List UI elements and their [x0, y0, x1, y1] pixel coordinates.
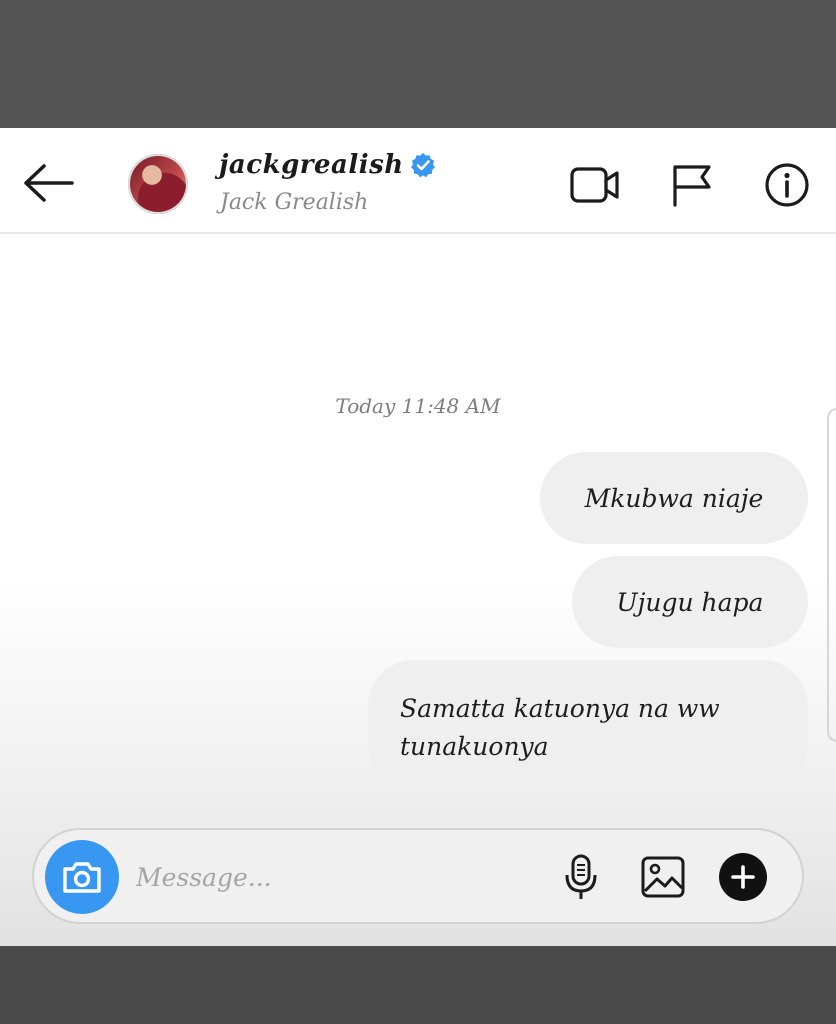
report-button[interactable] — [664, 160, 718, 210]
status-area — [0, 0, 836, 128]
message-text: Ujugu hapa — [616, 587, 764, 617]
more-options-button[interactable] — [718, 852, 768, 902]
username-row[interactable]: jackgrealish — [219, 150, 436, 180]
info-button[interactable] — [760, 160, 814, 210]
back-button[interactable] — [18, 158, 78, 208]
phone-frame: jackgrealish Jack Grealish Today 11:48 A… — [0, 0, 836, 1024]
navigation-area — [0, 946, 836, 1024]
video-call-button[interactable] — [568, 160, 622, 210]
image-icon — [641, 856, 685, 898]
message-bubble[interactable]: Samatta katuonya na ww tunakuonya — [368, 660, 808, 790]
chat-header: jackgrealish Jack Grealish — [0, 128, 836, 234]
message-input[interactable] — [134, 852, 538, 902]
video-camera-icon — [570, 167, 619, 203]
microphone-icon — [565, 854, 597, 899]
verified-badge-icon — [410, 153, 435, 178]
flag-icon — [673, 165, 711, 207]
dm-screen: jackgrealish Jack Grealish Today 11:48 A… — [0, 128, 836, 946]
message-text: Mkubwa niaje — [584, 483, 764, 513]
gallery-button[interactable] — [638, 852, 688, 902]
message-bubble[interactable]: Mkubwa niaje — [540, 452, 808, 544]
message-text: Samatta katuonya na ww tunakuonya — [400, 694, 720, 761]
message-composer — [32, 828, 804, 924]
camera-icon — [63, 862, 101, 893]
plus-circle-icon — [719, 853, 767, 901]
full-name: Jack Grealish — [220, 190, 369, 215]
message-timestamp: Today 11:48 AM — [335, 394, 501, 418]
side-scroll-edge — [827, 408, 836, 742]
avatar[interactable] — [128, 154, 188, 214]
username: jackgrealish — [219, 150, 404, 180]
camera-button[interactable] — [45, 840, 119, 914]
arrow-left-icon — [24, 164, 74, 202]
voice-message-button[interactable] — [556, 852, 606, 902]
info-icon — [765, 163, 809, 207]
message-bubble[interactable]: Ujugu hapa — [572, 556, 808, 648]
